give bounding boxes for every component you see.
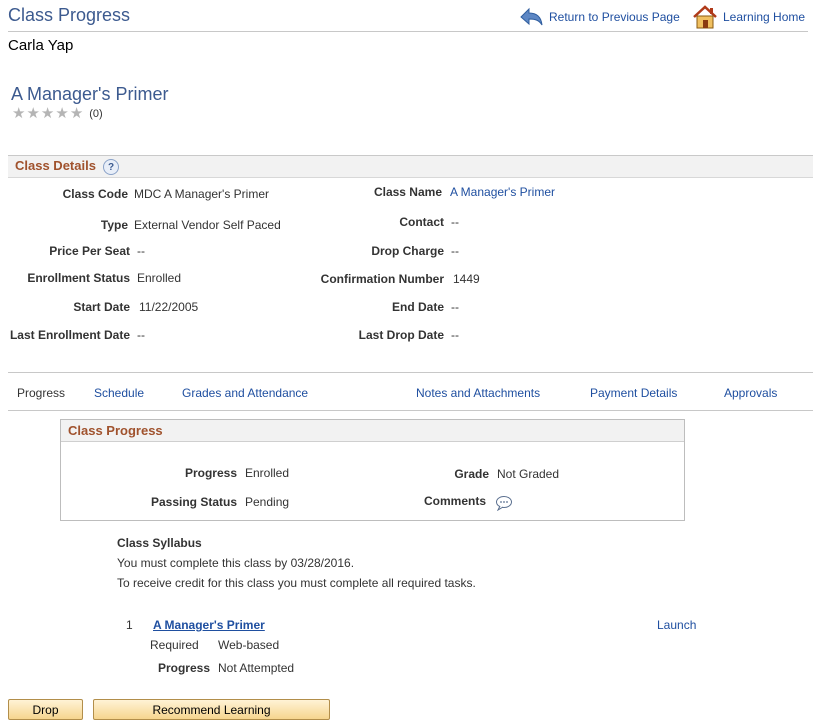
home-icon xyxy=(692,5,718,29)
drop-charge-label: Drop Charge xyxy=(371,244,444,258)
tab-payment-details[interactable]: Payment Details xyxy=(590,386,677,400)
grade-value: Not Graded xyxy=(497,467,560,481)
header-divider xyxy=(8,31,808,32)
learner-name: Carla Yap xyxy=(8,37,74,54)
syllabus-title: Class Syllabus xyxy=(117,536,202,550)
last-drop-date-value: -- xyxy=(451,328,459,342)
class-progress-title: Class Progress xyxy=(68,423,163,438)
syllabus-item-number: 1 xyxy=(126,618,133,632)
drop-charge-value: -- xyxy=(451,244,459,258)
syllabus-item-delivery: Web-based xyxy=(218,638,280,652)
grade-label: Grade xyxy=(454,467,489,481)
syllabus-requirement-text: To receive credit for this class you mus… xyxy=(117,576,476,590)
comment-bubble-icon[interactable] xyxy=(495,495,513,514)
enrollment-status-label: Enrollment Status xyxy=(27,271,130,285)
tab-schedule[interactable]: Schedule xyxy=(94,386,144,400)
tabs-divider-bottom xyxy=(8,410,813,411)
price-per-seat-value: -- xyxy=(137,244,145,258)
syllabus-item-link[interactable]: A Manager's Primer xyxy=(153,618,265,632)
start-date-label: Start Date xyxy=(73,300,130,314)
return-arrow-icon xyxy=(518,6,544,28)
end-date-value: -- xyxy=(451,300,459,314)
syllabus-item-progress-label: Progress xyxy=(157,661,210,675)
class-details-header xyxy=(8,155,813,178)
class-name-label: Class Name xyxy=(373,185,442,199)
syllabus-deadline-text: You must complete this class by 03/28/20… xyxy=(117,556,355,570)
drop-button[interactable]: Drop xyxy=(8,699,83,720)
launch-link[interactable]: Launch xyxy=(657,618,696,632)
class-details-title: Class Details xyxy=(15,158,96,173)
contact-value: -- xyxy=(451,215,459,229)
passing-status-label: Passing Status xyxy=(150,495,237,509)
syllabus-item-required: Required xyxy=(150,638,199,652)
confirmation-number-value: 1449 xyxy=(453,272,480,286)
confirmation-number-label: Confirmation Number xyxy=(320,272,444,286)
page-title: Class Progress xyxy=(8,5,131,25)
progress-label: Progress xyxy=(184,466,237,480)
type-label: Type xyxy=(100,218,128,232)
syllabus-item-progress-value: Not Attempted xyxy=(218,661,295,675)
type-value: External Vendor Self Paced xyxy=(134,218,281,232)
return-to-previous-link[interactable]: Return to Previous Page xyxy=(518,6,680,28)
tab-progress[interactable]: Progress xyxy=(17,386,65,400)
rating-count: (0) xyxy=(89,107,103,120)
course-title: A Manager's Primer xyxy=(11,84,169,104)
contact-label: Contact xyxy=(399,215,444,229)
last-enrollment-date-label: Last Enrollment Date xyxy=(9,328,130,342)
class-code-value: MDC A Manager's Primer xyxy=(134,187,269,201)
tabs-divider-top xyxy=(8,372,813,373)
last-enrollment-date-value: -- xyxy=(137,328,145,342)
rating-stars: ★ ★ ★ ★ ★ (0) xyxy=(12,106,103,121)
comments-label: Comments xyxy=(423,494,486,508)
star-icon: ★ xyxy=(55,105,69,122)
learning-home-label: Learning Home xyxy=(723,10,806,24)
progress-value: Enrolled xyxy=(245,466,290,480)
recommend-learning-button[interactable]: Recommend Learning xyxy=(93,699,330,720)
tab-grades-and-attendance[interactable]: Grades and Attendance xyxy=(182,386,308,400)
star-icon: ★ xyxy=(69,105,84,122)
last-drop-date-label: Last Drop Date xyxy=(358,328,444,342)
enrollment-status-value: Enrolled xyxy=(137,271,182,285)
price-per-seat-label: Price Per Seat xyxy=(49,244,130,258)
end-date-label: End Date xyxy=(391,300,444,314)
tab-approvals[interactable]: Approvals xyxy=(724,386,777,400)
start-date-value: 11/22/2005 xyxy=(139,300,199,314)
star-icon: ★ xyxy=(40,105,55,122)
class-name-link[interactable]: A Manager's Primer xyxy=(450,185,555,199)
star-icon: ★ xyxy=(26,105,40,122)
passing-status-value: Pending xyxy=(245,495,290,509)
star-icon: ★ xyxy=(12,105,26,122)
learning-home-link[interactable]: Learning Home xyxy=(692,5,806,29)
return-link-label: Return to Previous Page xyxy=(549,10,680,24)
tab-notes-and-attachments[interactable]: Notes and Attachments xyxy=(416,386,540,400)
help-icon[interactable]: ? xyxy=(103,159,119,175)
class-code-label: Class Code xyxy=(62,187,128,201)
